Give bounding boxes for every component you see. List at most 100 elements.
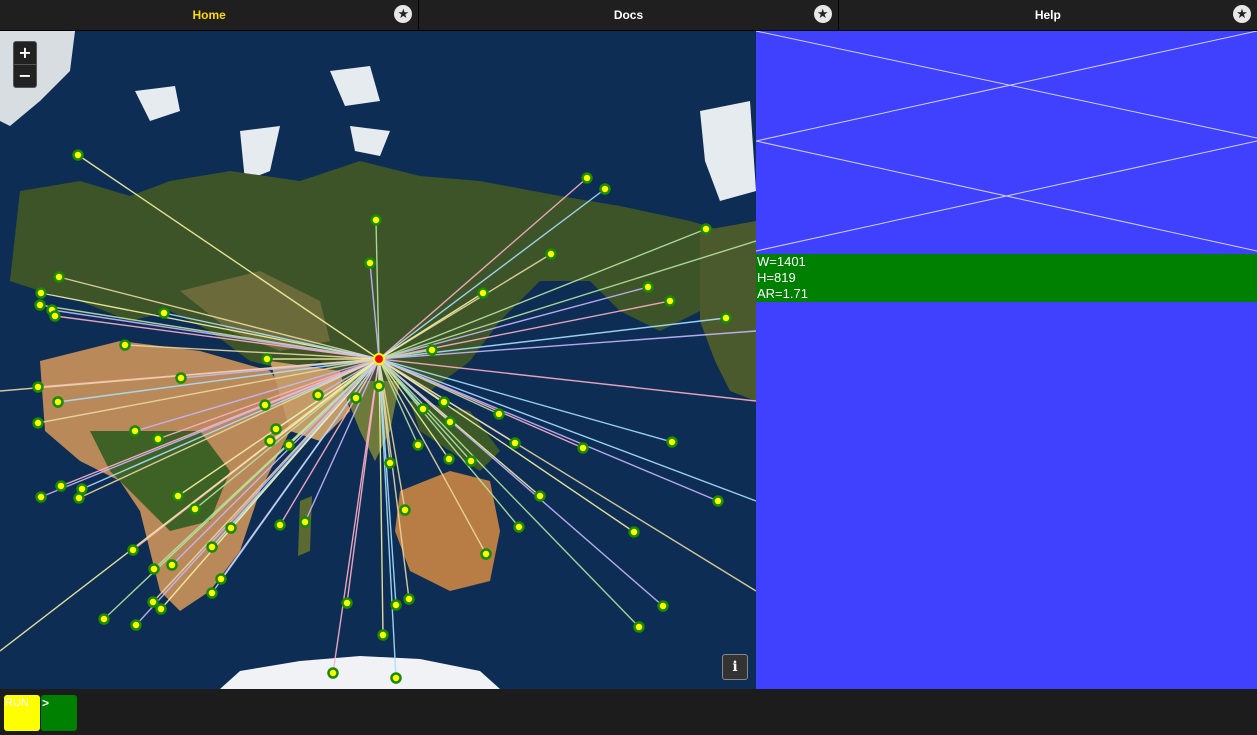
location-marker[interactable] bbox=[148, 563, 160, 575]
location-marker[interactable] bbox=[628, 526, 640, 538]
location-marker[interactable] bbox=[412, 439, 424, 451]
location-marker[interactable] bbox=[493, 408, 505, 420]
location-marker[interactable] bbox=[465, 455, 477, 467]
location-marker[interactable] bbox=[72, 149, 84, 161]
location-marker[interactable] bbox=[130, 619, 142, 631]
location-marker[interactable] bbox=[172, 490, 184, 502]
zoom-out-button[interactable]: − bbox=[14, 65, 36, 87]
prompt-symbol: > bbox=[42, 696, 50, 710]
location-marker[interactable] bbox=[444, 416, 456, 428]
location-marker[interactable] bbox=[664, 295, 676, 307]
star-icon[interactable]: ★ bbox=[1232, 5, 1251, 23]
location-marker[interactable] bbox=[76, 483, 88, 495]
location-marker[interactable] bbox=[438, 396, 450, 408]
tab-help-label: Help bbox=[1034, 8, 1061, 22]
location-marker[interactable] bbox=[225, 522, 237, 534]
location-marker[interactable] bbox=[299, 516, 311, 528]
command-prompt[interactable]: > bbox=[41, 695, 77, 731]
location-marker[interactable] bbox=[55, 480, 67, 492]
location-marker[interactable] bbox=[534, 490, 546, 502]
location-marker[interactable] bbox=[312, 389, 324, 401]
location-marker[interactable] bbox=[373, 380, 385, 392]
location-marker[interactable] bbox=[720, 312, 732, 324]
location-marker[interactable] bbox=[32, 381, 44, 393]
world-map[interactable]: + − i bbox=[0, 31, 756, 689]
location-marker[interactable] bbox=[32, 417, 44, 429]
location-marker[interactable] bbox=[147, 596, 159, 608]
location-marker[interactable] bbox=[261, 353, 273, 365]
location-marker[interactable] bbox=[175, 372, 187, 384]
location-marker[interactable] bbox=[270, 423, 282, 435]
location-marker[interactable] bbox=[513, 521, 525, 533]
location-marker[interactable] bbox=[642, 281, 654, 293]
location-marker[interactable] bbox=[264, 435, 276, 447]
location-marker[interactable] bbox=[166, 559, 178, 571]
location-marker[interactable] bbox=[700, 223, 712, 235]
location-marker[interactable] bbox=[417, 403, 429, 415]
top-navigation: Home ★ Docs ★ Help ★ bbox=[0, 0, 1257, 31]
location-marker[interactable] bbox=[377, 629, 389, 641]
location-marker[interactable] bbox=[206, 587, 218, 599]
location-marker[interactable] bbox=[581, 172, 593, 184]
location-marker[interactable] bbox=[127, 544, 139, 556]
location-marker[interactable] bbox=[657, 600, 669, 612]
hub-marker[interactable] bbox=[373, 353, 385, 365]
location-marker[interactable] bbox=[666, 436, 678, 448]
location-marker[interactable] bbox=[52, 396, 64, 408]
tab-help[interactable]: Help ★ bbox=[839, 0, 1257, 30]
location-marker[interactable] bbox=[403, 593, 415, 605]
location-marker[interactable] bbox=[206, 541, 218, 553]
location-marker[interactable] bbox=[274, 519, 286, 531]
location-marker[interactable] bbox=[390, 672, 402, 684]
canvas-panel: W=1401 H=819 AR=1.71 bbox=[756, 31, 1257, 689]
location-marker[interactable] bbox=[477, 287, 489, 299]
location-marker[interactable] bbox=[152, 433, 164, 445]
location-marker[interactable] bbox=[364, 257, 376, 269]
width-readout: W=1401 bbox=[757, 254, 806, 269]
location-marker[interactable] bbox=[155, 603, 167, 615]
location-marker[interactable] bbox=[384, 457, 396, 469]
location-marker[interactable] bbox=[34, 299, 46, 311]
location-marker[interactable] bbox=[341, 597, 353, 609]
tab-home-label: Home bbox=[192, 8, 226, 22]
location-marker[interactable] bbox=[480, 548, 492, 560]
info-icon[interactable]: i bbox=[722, 654, 748, 680]
location-marker[interactable] bbox=[509, 437, 521, 449]
location-marker[interactable] bbox=[426, 344, 438, 356]
location-marker[interactable] bbox=[327, 667, 339, 679]
zoom-control: + − bbox=[13, 41, 37, 88]
location-marker[interactable] bbox=[158, 307, 170, 319]
dimension-readout: W=1401 H=819 AR=1.71 bbox=[756, 254, 1257, 302]
run-button[interactable]: RUN bbox=[4, 695, 40, 731]
location-marker[interactable] bbox=[35, 491, 47, 503]
location-marker[interactable] bbox=[129, 425, 141, 437]
location-marker[interactable] bbox=[350, 392, 362, 404]
tab-docs[interactable]: Docs ★ bbox=[419, 0, 839, 30]
location-marker[interactable] bbox=[712, 495, 724, 507]
star-icon[interactable]: ★ bbox=[394, 5, 413, 23]
location-marker[interactable] bbox=[283, 439, 295, 451]
location-marker[interactable] bbox=[119, 339, 131, 351]
location-marker[interactable] bbox=[599, 183, 611, 195]
location-marker[interactable] bbox=[399, 504, 411, 516]
location-marker[interactable] bbox=[98, 613, 110, 625]
location-marker[interactable] bbox=[49, 310, 61, 322]
location-marker[interactable] bbox=[259, 399, 271, 411]
tab-home[interactable]: Home ★ bbox=[0, 0, 420, 30]
location-marker[interactable] bbox=[545, 248, 557, 260]
location-marker[interactable] bbox=[390, 599, 402, 611]
location-marker[interactable] bbox=[189, 503, 201, 515]
location-marker[interactable] bbox=[633, 621, 645, 633]
height-readout: H=819 bbox=[757, 270, 796, 285]
star-icon[interactable]: ★ bbox=[813, 5, 832, 23]
location-marker[interactable] bbox=[577, 442, 589, 454]
location-marker[interactable] bbox=[215, 573, 227, 585]
run-button-label: RUN bbox=[5, 697, 29, 709]
location-marker[interactable] bbox=[53, 271, 65, 283]
tab-docs-label: Docs bbox=[613, 8, 644, 22]
location-marker[interactable] bbox=[443, 453, 455, 465]
location-marker[interactable] bbox=[35, 287, 47, 299]
location-marker[interactable] bbox=[370, 214, 382, 226]
location-marker[interactable] bbox=[73, 492, 85, 504]
zoom-in-button[interactable]: + bbox=[14, 42, 36, 65]
